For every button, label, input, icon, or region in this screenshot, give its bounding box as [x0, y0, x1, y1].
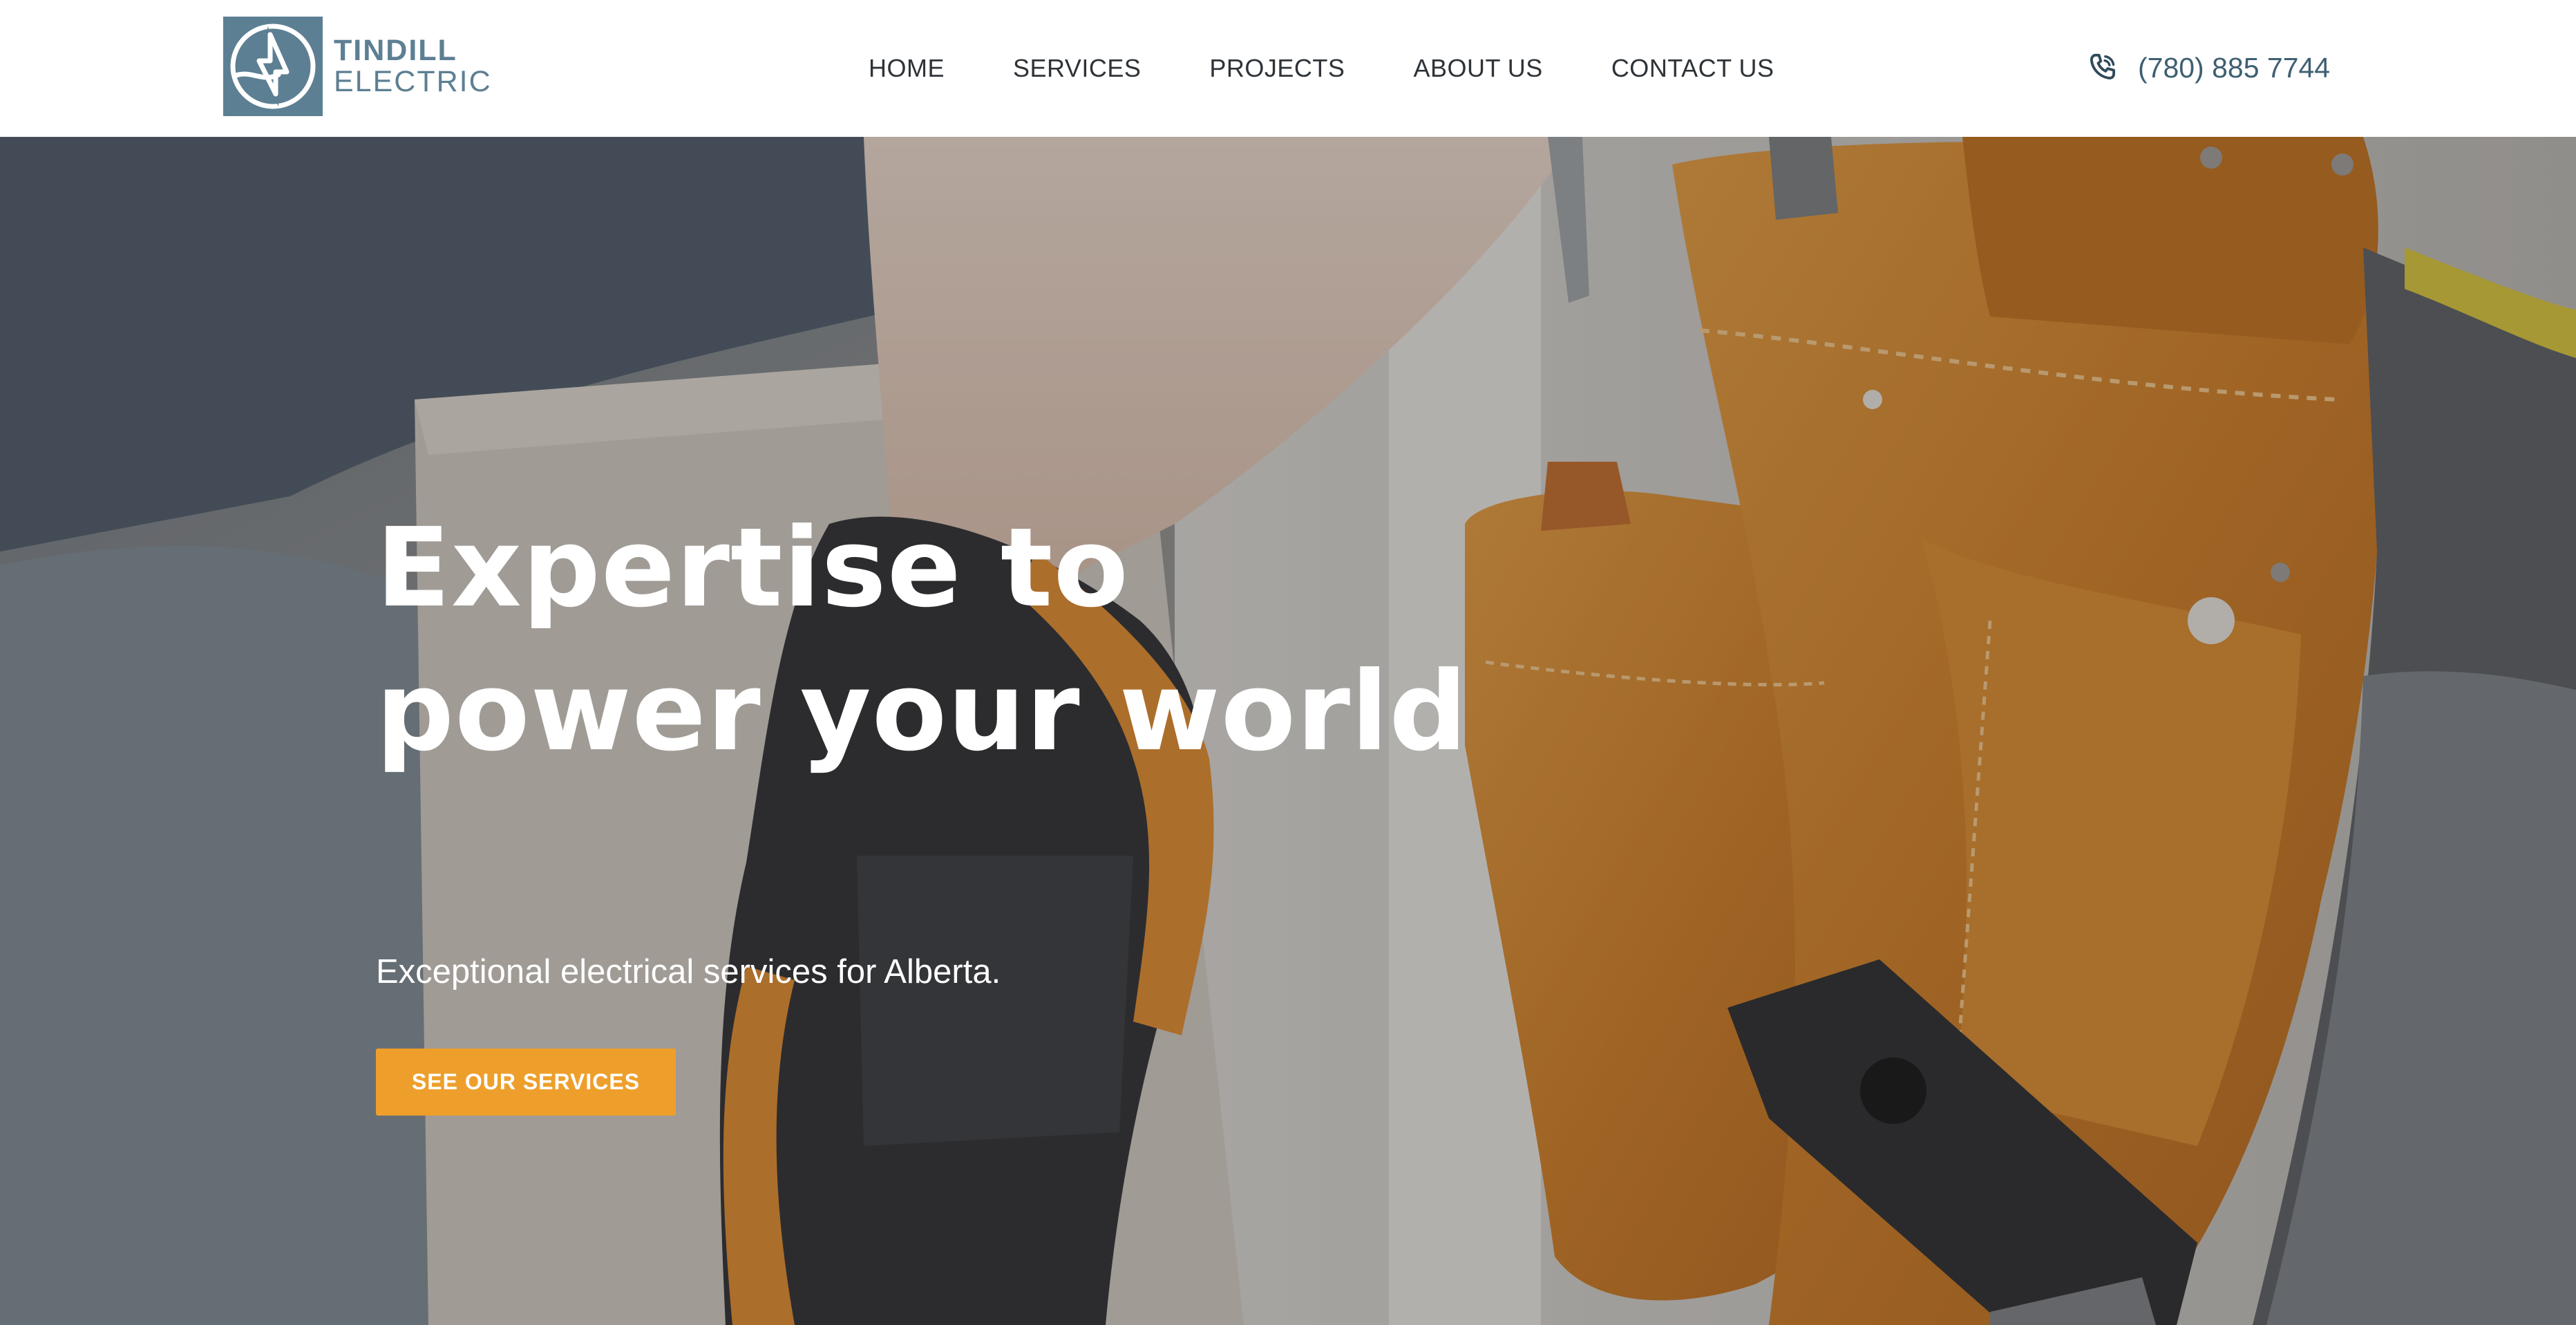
nav-item-services[interactable]: SERVICES [1013, 54, 1141, 83]
nav-item-contact-us[interactable]: CONTACT US [1611, 54, 1774, 83]
see-our-services-button[interactable]: SEE OUR SERVICES [376, 1049, 676, 1116]
hero-subtitle: Exceptional electrical services for Albe… [376, 953, 1001, 990]
phone-icon [2090, 53, 2116, 79]
main-nav: HOME SERVICES PROJECTS ABOUT US CONTACT … [869, 50, 1774, 87]
logo-wordmark: TINDILL ELECTRIC [334, 36, 492, 97]
site-header: TINDILL ELECTRIC HOME SERVICES PROJECTS … [0, 0, 2576, 137]
nav-item-projects[interactable]: PROJECTS [1209, 54, 1345, 83]
hero-section: Expertise to power your world Exceptiona… [0, 137, 2576, 1325]
nav-item-home[interactable]: HOME [869, 54, 945, 83]
phone-link[interactable]: (780) 885 7744 [2087, 46, 2330, 90]
page: TINDILL ELECTRIC HOME SERVICES PROJECTS … [0, 0, 2576, 1325]
logo-name-line2: ELECTRIC [334, 65, 492, 98]
logo-name-line1: TINDILL [334, 34, 457, 67]
lightning-bolt-icon [223, 17, 323, 116]
nav-item-about-us[interactable]: ABOUT US [1413, 54, 1542, 83]
logo-link[interactable]: TINDILL ELECTRIC [223, 17, 492, 116]
hero-title: Expertise to power your world [376, 505, 1468, 776]
phone-number: (780) 885 7744 [2138, 51, 2331, 84]
